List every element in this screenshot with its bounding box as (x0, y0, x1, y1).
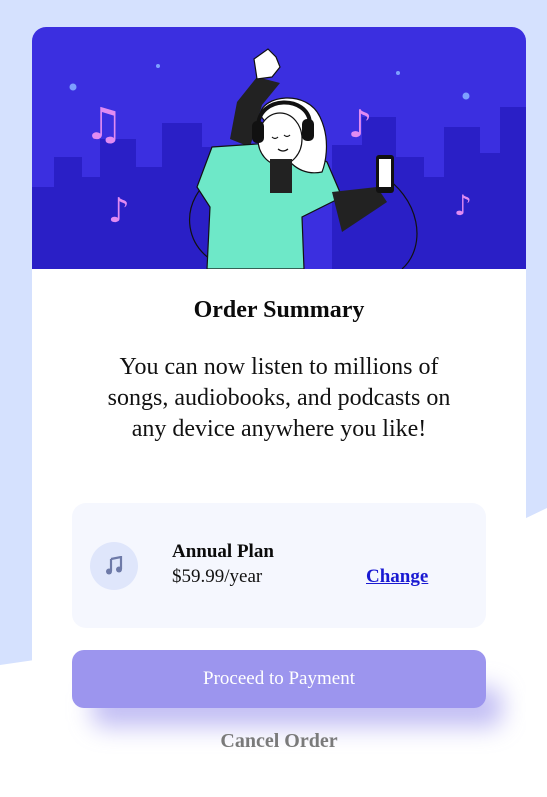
cancel-order-button[interactable]: Cancel Order (32, 729, 526, 754)
plan-name: Annual Plan (172, 541, 274, 562)
order-summary-card: ♫ ♪ ♪ ♪ Order Summary You can now listen… (32, 27, 526, 778)
page-title: Order Summary (193, 297, 365, 323)
change-plan-link[interactable]: Change (366, 566, 428, 588)
plan-price: $59.99/year (172, 566, 263, 587)
svg-text:♪: ♪ (348, 102, 372, 146)
order-description: You can now listen to millions of songs,… (107, 354, 451, 442)
hero-illustration: ♫ ♪ ♪ ♪ (32, 27, 526, 269)
svg-text:♪: ♪ (454, 189, 472, 222)
proceed-to-payment-button[interactable]: Proceed to Payment (72, 650, 486, 708)
plan-box: Annual Plan $59.99/year Change (72, 503, 486, 628)
svg-text:♫: ♫ (84, 99, 123, 150)
music-note-icon (90, 542, 138, 590)
svg-text:♪: ♪ (108, 191, 130, 231)
